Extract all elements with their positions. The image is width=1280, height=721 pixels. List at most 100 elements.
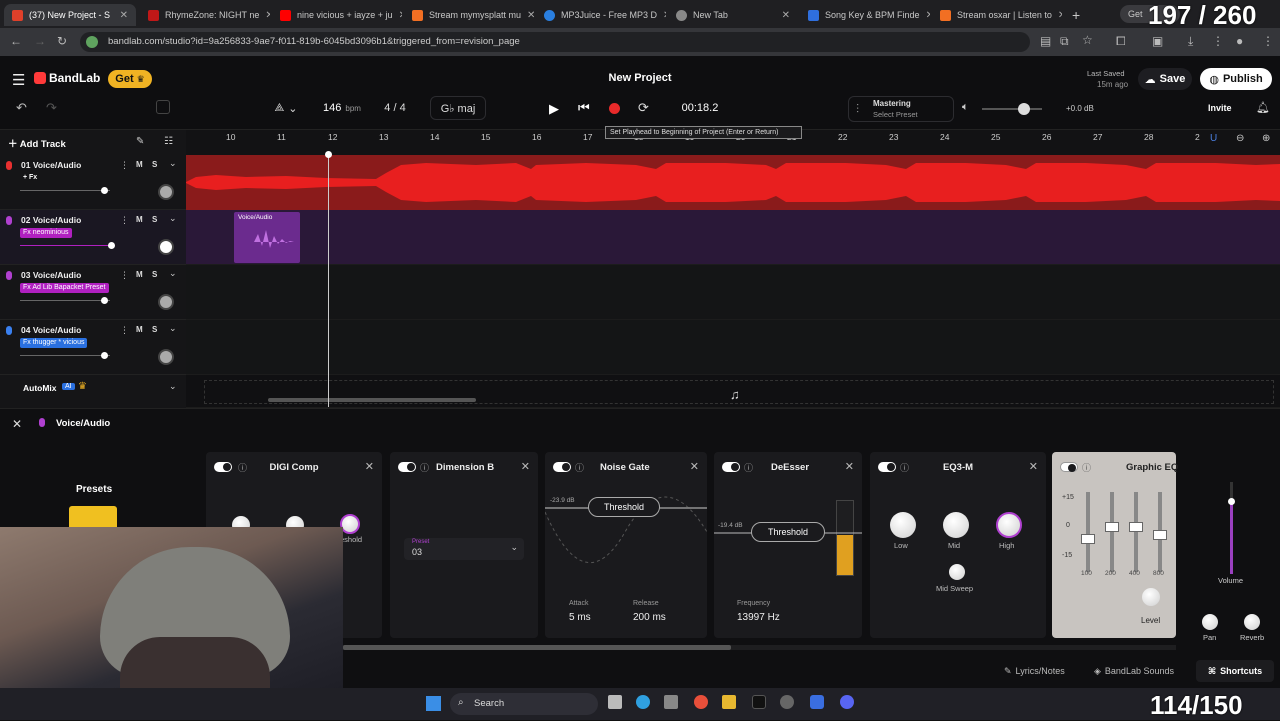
record-icon[interactable] — [609, 103, 620, 114]
back-icon[interactable]: ← — [10, 34, 22, 48]
track-row[interactable]: 03 Voice/Audio ⋮ M S ⌄ Fx Ad Lib Bapacke… — [0, 265, 186, 320]
mute-button[interactable]: M — [136, 160, 143, 169]
slider-thumb[interactable] — [1081, 534, 1095, 544]
enable-toggle[interactable] — [722, 462, 740, 472]
taskbar-search[interactable]: ⌕ Search — [450, 693, 598, 715]
lyrics-notes-button[interactable]: ✎ Lyrics/Notes — [1004, 662, 1065, 680]
slider-thumb[interactable] — [1105, 522, 1119, 532]
save-button[interactable]: ☁ Save — [1138, 68, 1192, 90]
mute-button[interactable]: M — [136, 325, 143, 334]
reload-icon[interactable]: ↻ — [57, 34, 67, 48]
zoom-in-icon[interactable]: ⊕ — [1262, 133, 1270, 144]
close-icon[interactable]: ✕ — [365, 460, 374, 473]
pan-knob[interactable] — [158, 184, 174, 200]
info-icon[interactable]: ⓘ — [1082, 461, 1091, 474]
magnet-icon[interactable]: U — [1210, 133, 1217, 144]
download-icon[interactable]: ⤓ — [1188, 34, 1193, 49]
enable-toggle[interactable] — [553, 462, 571, 472]
fader-thumb[interactable] — [1228, 498, 1235, 505]
track-lane[interactable] — [186, 265, 1280, 320]
close-icon[interactable]: ✕ — [120, 10, 128, 21]
url-field[interactable]: bandlab.com/studio?id=9a256833-9ae7-f011… — [80, 32, 1030, 52]
high-knob[interactable] — [996, 512, 1022, 538]
track-volume-slider[interactable] — [20, 187, 110, 194]
close-icon[interactable]: ✕ — [521, 460, 530, 473]
app-icon[interactable] — [810, 695, 824, 709]
volume-thumb[interactable] — [101, 297, 108, 304]
chevron-down-icon[interactable]: ⌄ — [169, 381, 177, 392]
track-name[interactable]: 02 Voice/Audio — [21, 215, 81, 225]
track-volume-slider[interactable] — [20, 242, 115, 249]
list-settings-icon[interactable]: ☷ — [164, 136, 173, 147]
task-view-icon[interactable] — [608, 695, 622, 709]
volume-thumb[interactable] — [101, 187, 108, 194]
drop-zone[interactable]: ♫ — [186, 375, 1280, 408]
pan-knob[interactable] — [158, 294, 174, 310]
eq-band-slider[interactable] — [1129, 492, 1143, 572]
release-value[interactable]: 200 ms — [633, 612, 666, 623]
pan-knob[interactable] — [1202, 614, 1218, 630]
close-icon[interactable]: ✕ — [399, 10, 402, 21]
effects-scrollbar[interactable] — [343, 645, 1176, 650]
track-name[interactable]: 03 Voice/Audio — [21, 270, 81, 280]
fx-tag[interactable]: Fx thugger * vicious — [20, 338, 88, 348]
track-name[interactable]: 01 Voice/Audio — [21, 160, 81, 170]
track-name[interactable]: 04 Voice/Audio — [21, 325, 81, 335]
browser-tab-2[interactable]: RhymeZone: NIGHT ne ✕ — [140, 4, 270, 26]
solo-button[interactable]: S — [152, 270, 157, 279]
more-vertical-icon[interactable]: ⋮ — [120, 270, 129, 281]
threshold-select[interactable]: Threshold — [751, 522, 825, 542]
eq-band-slider[interactable] — [1081, 492, 1095, 572]
shortcuts-button[interactable]: ⌘ Shortcuts — [1196, 660, 1274, 682]
extensions-icon[interactable]: ⧠ — [1116, 34, 1126, 49]
cast-icon[interactable]: ⧉ — [1060, 34, 1069, 49]
chrome-icon[interactable] — [694, 695, 708, 709]
tiktok-icon[interactable] — [752, 695, 766, 709]
more-vertical-icon[interactable]: ⋮ — [120, 160, 129, 171]
automix-row[interactable]: AutoMix AI ♛ ⌄ — [0, 377, 186, 401]
close-icon[interactable]: ✕ — [527, 10, 534, 21]
low-knob[interactable] — [890, 512, 916, 538]
loop-region-icon[interactable] — [156, 100, 170, 114]
publish-button[interactable]: ◍ Publish — [1200, 68, 1272, 90]
close-icon[interactable]: ✕ — [12, 417, 22, 431]
threshold-knob[interactable] — [340, 514, 360, 534]
solo-button[interactable]: S — [152, 215, 157, 224]
windows-start-icon[interactable] — [426, 696, 441, 711]
speaker-icon[interactable]: 🔈︎ — [962, 101, 969, 114]
play-icon[interactable]: ▶ — [549, 101, 559, 117]
close-icon[interactable]: ✕ — [265, 10, 270, 21]
slider-thumb[interactable] — [1153, 530, 1167, 540]
browser-tab-1[interactable]: (37) New Project - S ✕ — [4, 4, 136, 26]
add-track-button[interactable]: ＋ Add Track — [8, 136, 66, 150]
mute-button[interactable]: M — [136, 270, 143, 279]
chevron-down-icon[interactable]: ⌄ — [169, 158, 177, 169]
master-volume-slider[interactable] — [982, 103, 1042, 115]
track-lane[interactable] — [186, 320, 1280, 375]
bpm-control[interactable]: 146 bpm — [314, 96, 370, 120]
track-row[interactable]: 04 Voice/Audio ⋮ M S ⌄ Fx thugger * vici… — [0, 320, 186, 375]
mid-knob[interactable] — [943, 512, 969, 538]
playhead-handle[interactable] — [325, 151, 332, 158]
browser-tab-3[interactable]: nine vicious + iayze + ju ✕ — [272, 4, 402, 26]
star-icon[interactable]: ☆ — [1082, 33, 1093, 47]
audio-clip[interactable]: Voice/Audio — [234, 212, 300, 263]
browser-tab-6[interactable]: New Tab ✕ — [668, 4, 798, 26]
info-icon[interactable]: ⓘ — [575, 461, 584, 474]
volume-thumb[interactable] — [108, 242, 115, 249]
solo-button[interactable]: S — [152, 325, 157, 334]
close-icon[interactable]: ✕ — [1058, 10, 1062, 21]
browser-tab-8[interactable]: Stream osxar | Listen to ✕ — [932, 4, 1062, 26]
zoom-out-icon[interactable]: ⊖ — [1236, 133, 1244, 144]
undo-icon[interactable]: ↶ — [16, 100, 27, 116]
eq-band-slider[interactable] — [1153, 492, 1167, 572]
track-lane[interactable] — [186, 155, 1280, 210]
fx-tag[interactable]: + Fx — [20, 173, 40, 183]
pan-knob[interactable] — [158, 349, 174, 365]
mid-sweep-knob[interactable] — [949, 564, 965, 580]
enable-toggle[interactable] — [1060, 462, 1078, 472]
pen-icon[interactable]: ✎ — [136, 136, 144, 147]
more-icon[interactable]: ⋮ — [1262, 34, 1274, 48]
frequency-value[interactable]: 13997 Hz — [737, 612, 780, 623]
track-row[interactable]: 01 Voice/Audio ⋮ M S ⌄ + Fx — [0, 155, 186, 210]
